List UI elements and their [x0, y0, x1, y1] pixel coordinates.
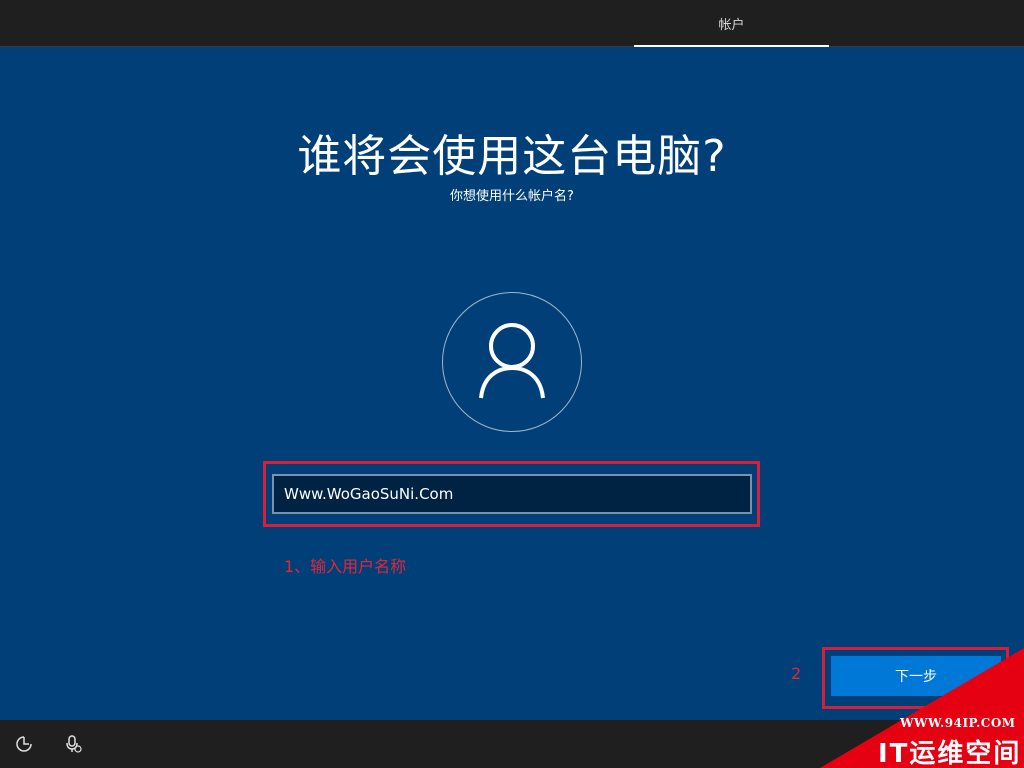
watermark-url: WWW.94IP.COM — [900, 716, 1016, 730]
step1-annotation: 1、输入用户名称 — [284, 557, 407, 576]
user-icon — [479, 323, 545, 399]
page-title: 谁将会使用这台电脑? — [297, 131, 727, 182]
top-bar — [0, 0, 1024, 47]
ease-of-access-icon[interactable] — [13, 733, 35, 755]
step2-annotation: 2 — [791, 664, 802, 683]
tab-account[interactable]: 帐户 — [634, 0, 829, 47]
microphone-icon[interactable] — [62, 733, 84, 755]
page-subtitle: 你想使用什么帐户名? — [450, 189, 574, 204]
watermark-brand: IT运维空间 — [878, 739, 1022, 768]
avatar — [442, 292, 582, 432]
username-input[interactable] — [272, 474, 752, 514]
